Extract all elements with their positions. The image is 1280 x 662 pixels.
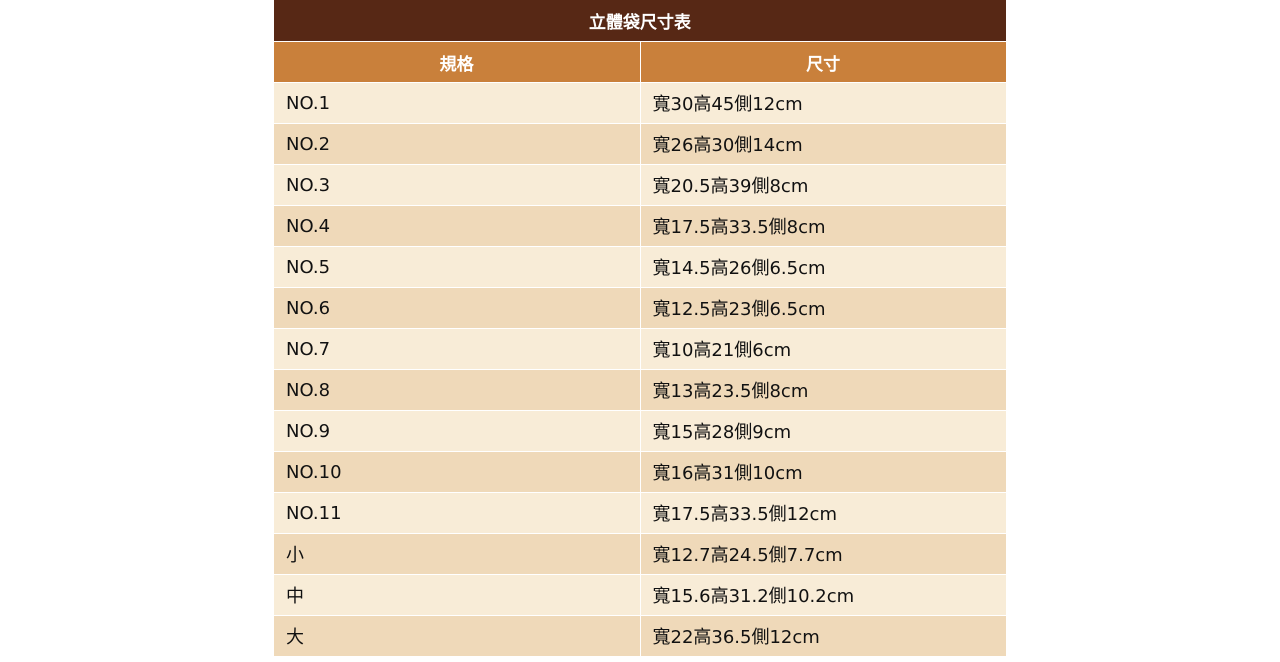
table-row: NO.6 寬12.5高23側6.5cm [274,287,1006,329]
spec-cell: 大 [274,615,641,657]
spec-cell: NO.5 [274,246,641,288]
size-cell: 寬26高30側14cm [640,123,1006,165]
size-cell: 寬12.5高23側6.5cm [640,287,1006,329]
spec-cell: NO.11 [274,492,641,534]
size-cell: 寬13高23.5側8cm [640,369,1006,411]
size-cell: 寬10高21側6cm [640,328,1006,370]
header-row: 規格 尺寸 [274,41,1006,83]
table-body: NO.1 寬30高45側12cm NO.2 寬26高30側14cm NO.3 寬… [274,82,1006,657]
size-cell: 寬22高36.5側12cm [640,615,1006,657]
table-row: NO.3 寬20.5高39側8cm [274,164,1006,206]
size-cell: 寬14.5高26側6.5cm [640,246,1006,288]
size-chart-table: 立體袋尺寸表 規格 尺寸 NO.1 寬30高45側12cm NO.2 寬26高3… [274,0,1006,657]
size-cell: 寬30高45側12cm [640,82,1006,124]
table-row: NO.9 寬15高28側9cm [274,410,1006,452]
table-row: 大 寬22高36.5側12cm [274,615,1006,657]
size-cell: 寬17.5高33.5側12cm [640,492,1006,534]
table-row: 小 寬12.7高24.5側7.7cm [274,533,1006,575]
spec-cell: NO.3 [274,164,641,206]
table-row: NO.5 寬14.5高26側6.5cm [274,246,1006,288]
size-cell: 寬20.5高39側8cm [640,164,1006,206]
spec-cell: NO.4 [274,205,641,247]
table-row: NO.8 寬13高23.5側8cm [274,369,1006,411]
table-row: NO.7 寬10高21側6cm [274,328,1006,370]
spec-cell: NO.8 [274,369,641,411]
spec-cell: NO.6 [274,287,641,329]
table-row: 中 寬15.6高31.2側10.2cm [274,574,1006,616]
size-cell: 寬15.6高31.2側10.2cm [640,574,1006,616]
spec-cell: 中 [274,574,641,616]
size-cell: 寬17.5高33.5側8cm [640,205,1006,247]
table-row: NO.2 寬26高30側14cm [274,123,1006,165]
column-header-spec: 規格 [274,41,641,83]
table-row: NO.1 寬30高45側12cm [274,82,1006,124]
spec-cell: NO.1 [274,82,641,124]
size-cell: 寬16高31側10cm [640,451,1006,493]
spec-cell: NO.10 [274,451,641,493]
table-row: NO.10 寬16高31側10cm [274,451,1006,493]
spec-cell: 小 [274,533,641,575]
spec-cell: NO.9 [274,410,641,452]
spec-cell: NO.2 [274,123,641,165]
size-cell: 寬12.7高24.5側7.7cm [640,533,1006,575]
table-row: NO.4 寬17.5高33.5側8cm [274,205,1006,247]
column-header-size: 尺寸 [640,41,1006,83]
title-row: 立體袋尺寸表 [274,0,1006,42]
spec-cell: NO.7 [274,328,641,370]
table-row: NO.11 寬17.5高33.5側12cm [274,492,1006,534]
size-cell: 寬15高28側9cm [640,410,1006,452]
table-title: 立體袋尺寸表 [274,0,1006,42]
